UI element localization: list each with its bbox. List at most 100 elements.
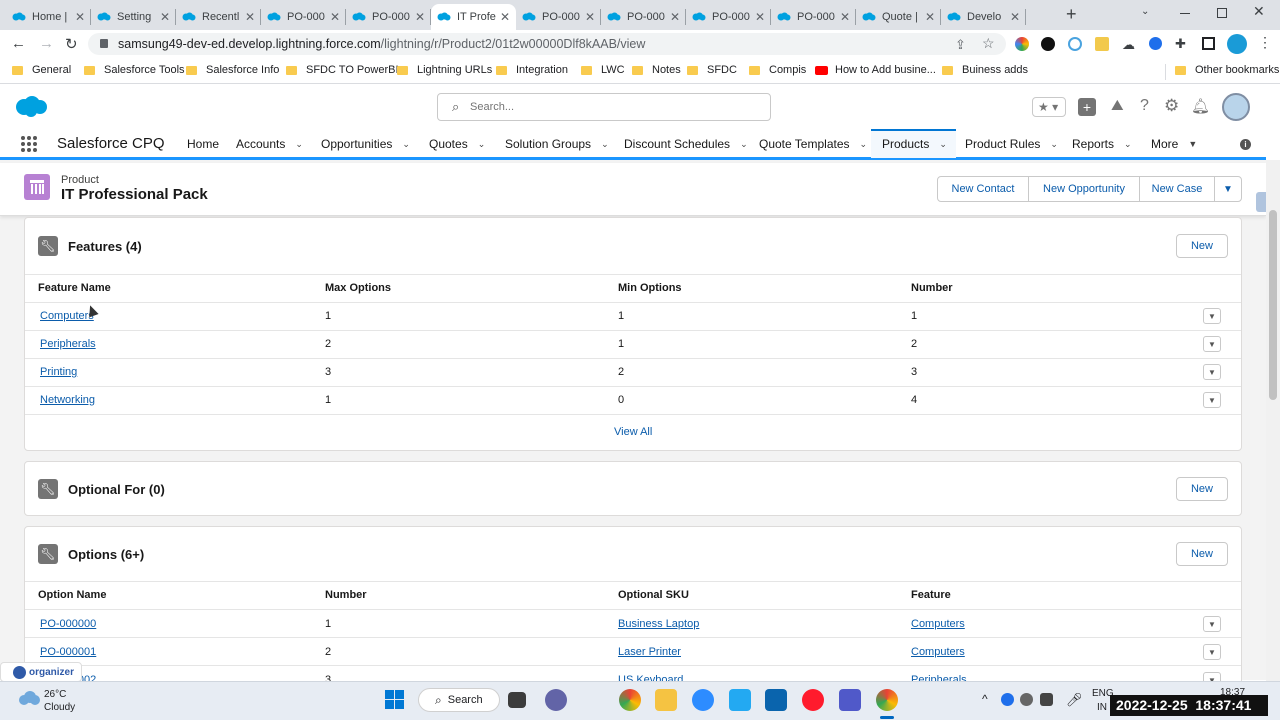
chevron-down-icon[interactable]: ⌄ bbox=[295, 139, 303, 150]
info-icon[interactable]: i bbox=[1240, 139, 1251, 150]
bookmark-item[interactable]: How to Add busine... bbox=[815, 64, 936, 76]
bookmark-item[interactable]: Salesforce Tools bbox=[84, 64, 185, 76]
column-header[interactable]: Feature Name bbox=[38, 282, 111, 294]
forward-icon[interactable]: → bbox=[39, 35, 54, 52]
row-action-dropdown[interactable]: ▼ bbox=[1203, 644, 1221, 660]
browser-tab[interactable]: Setting ✕ bbox=[91, 4, 176, 30]
tray-icon-2[interactable] bbox=[1020, 693, 1033, 706]
option-link[interactable]: PO-000001 bbox=[40, 646, 96, 658]
mail-icon[interactable] bbox=[765, 689, 787, 711]
browser-tab[interactable]: Develo ✕ bbox=[941, 4, 1026, 30]
feature-name-link[interactable]: Peripherals bbox=[40, 338, 96, 350]
tab-close-icon[interactable]: ✕ bbox=[670, 10, 680, 24]
salesforce-cloud-logo[interactable] bbox=[14, 95, 48, 118]
notifications-bell-icon[interactable]: 🔔︎ bbox=[1191, 97, 1210, 115]
options-title[interactable]: Options (6+) bbox=[68, 547, 144, 562]
feature-name-link[interactable]: Printing bbox=[40, 366, 77, 378]
app-launcher-icon[interactable] bbox=[20, 135, 38, 153]
global-actions-plus-icon[interactable]: + bbox=[1078, 98, 1096, 116]
nav-item[interactable]: Products ⌄ bbox=[882, 137, 947, 151]
minimize-button[interactable] bbox=[1180, 13, 1190, 14]
tab-close-icon[interactable]: ✕ bbox=[330, 10, 340, 24]
chrome-active-taskbar-icon[interactable] bbox=[876, 689, 898, 711]
column-header[interactable]: Max Options bbox=[325, 282, 391, 294]
tab-close-icon[interactable]: ✕ bbox=[840, 10, 850, 24]
chevron-down-icon[interactable]: ⌄ bbox=[402, 139, 410, 150]
nav-item[interactable]: Reports ⌄ bbox=[1072, 137, 1132, 151]
extension-icon-6[interactable] bbox=[1149, 37, 1162, 50]
profile-avatar[interactable] bbox=[1227, 34, 1247, 54]
help-icon[interactable]: ? bbox=[1140, 97, 1149, 115]
tray-icon-3[interactable] bbox=[1040, 693, 1053, 706]
nav-item[interactable]: Home bbox=[187, 137, 219, 151]
tab-close-icon[interactable]: ✕ bbox=[245, 10, 255, 24]
lock-icon[interactable] bbox=[100, 39, 108, 48]
user-avatar[interactable] bbox=[1222, 93, 1250, 121]
extension-icon-3[interactable] bbox=[1068, 37, 1082, 51]
nav-item[interactable]: Accounts ⌄ bbox=[236, 137, 303, 151]
browser-tab[interactable]: PO-000 ✕ bbox=[771, 4, 856, 30]
vscode-icon[interactable] bbox=[729, 689, 751, 711]
column-header[interactable]: Feature bbox=[911, 589, 951, 601]
reload-icon[interactable]: ↻ bbox=[65, 35, 78, 53]
chrome-menu-icon[interactable]: ⋮ bbox=[1258, 35, 1272, 49]
more-actions-dropdown[interactable]: ▼ bbox=[1214, 176, 1242, 202]
column-header[interactable]: Optional SKU bbox=[618, 589, 689, 601]
nav-item[interactable]: More ▼ bbox=[1151, 137, 1197, 151]
bookmark-item[interactable]: Notes bbox=[632, 64, 681, 76]
browser-tab[interactable]: Recentl ✕ bbox=[176, 4, 261, 30]
row-action-dropdown[interactable]: ▼ bbox=[1203, 392, 1221, 408]
extension-icon-4[interactable] bbox=[1095, 37, 1109, 51]
tab-close-icon[interactable]: ✕ bbox=[500, 10, 510, 24]
teams-icon[interactable] bbox=[839, 689, 861, 711]
bookmark-item[interactable]: Buiness adds bbox=[942, 64, 1028, 76]
column-header[interactable]: Option Name bbox=[38, 589, 106, 601]
optional-for-title[interactable]: Optional For (0) bbox=[68, 482, 165, 497]
column-header[interactable]: Number bbox=[911, 282, 953, 294]
nav-item[interactable]: Solution Groups ⌄ bbox=[505, 137, 609, 151]
view-all-link[interactable]: View All bbox=[614, 426, 652, 438]
bookmark-item[interactable]: SFDC TO PowerBI bbox=[286, 64, 399, 76]
favorites-star-icon[interactable]: ★ ▾ bbox=[1032, 97, 1066, 117]
feature-name-link[interactable]: Networking bbox=[40, 394, 95, 406]
options-new-button[interactable]: New bbox=[1176, 542, 1228, 566]
column-header[interactable]: Min Options bbox=[618, 282, 682, 294]
bookmark-item[interactable]: General bbox=[12, 64, 71, 76]
chevron-down-icon[interactable]: ⌄ bbox=[740, 139, 748, 150]
file-explorer-icon[interactable] bbox=[655, 689, 677, 711]
tab-close-icon[interactable]: ✕ bbox=[925, 10, 935, 24]
browser-tab[interactable]: Quote | ✕ bbox=[856, 4, 941, 30]
chevron-down-icon[interactable]: ▼ bbox=[1188, 139, 1197, 149]
browser-tab[interactable]: PO-000 ✕ bbox=[686, 4, 771, 30]
features-title[interactable]: Features (4) bbox=[68, 239, 142, 254]
bookmark-item[interactable]: Lightning URLs bbox=[397, 64, 492, 76]
bookmark-star-icon[interactable]: ☆ bbox=[982, 35, 995, 52]
weather-temp[interactable]: 26°C bbox=[44, 689, 66, 700]
optional-for-new-button[interactable]: New bbox=[1176, 477, 1228, 501]
organizer-chip[interactable]: organizer bbox=[0, 662, 82, 682]
url-text[interactable]: samsung49-dev-ed.develop.lightning.force… bbox=[118, 37, 645, 51]
global-search-input[interactable]: ⌕ Search... bbox=[437, 93, 771, 121]
row-action-dropdown[interactable]: ▼ bbox=[1203, 364, 1221, 380]
chat-icon[interactable] bbox=[545, 689, 567, 711]
tray-icon-1[interactable] bbox=[1001, 693, 1014, 706]
zoom-icon[interactable] bbox=[692, 689, 714, 711]
tab-close-icon[interactable]: ✕ bbox=[755, 10, 765, 24]
chevron-down-icon[interactable]: ⌄ bbox=[1050, 139, 1058, 150]
weather-desc[interactable]: Cloudy bbox=[44, 702, 75, 713]
scrollbar-thumb[interactable] bbox=[1269, 210, 1277, 400]
browser-tab[interactable]: PO-000 ✕ bbox=[261, 4, 346, 30]
chevron-down-icon[interactable]: ⌄ bbox=[860, 139, 868, 150]
tab-close-icon[interactable]: ✕ bbox=[1010, 10, 1020, 24]
task-view-icon[interactable] bbox=[508, 692, 526, 708]
maximize-button[interactable] bbox=[1217, 8, 1227, 18]
windows-start-icon[interactable] bbox=[385, 690, 404, 709]
browser-tab[interactable]: PO-000 ✕ bbox=[516, 4, 601, 30]
nav-item[interactable]: Discount Schedules ⌄ bbox=[624, 137, 748, 151]
tab-close-icon[interactable]: ✕ bbox=[160, 10, 170, 24]
bookmark-item[interactable]: Compis bbox=[749, 64, 806, 76]
tray-chevron-icon[interactable]: ^ bbox=[982, 692, 988, 706]
extensions-puzzle-icon[interactable]: ✚ bbox=[1175, 36, 1186, 52]
side-panel-icon[interactable] bbox=[1202, 37, 1215, 50]
extension-icon-5[interactable]: ☁ bbox=[1122, 37, 1135, 53]
